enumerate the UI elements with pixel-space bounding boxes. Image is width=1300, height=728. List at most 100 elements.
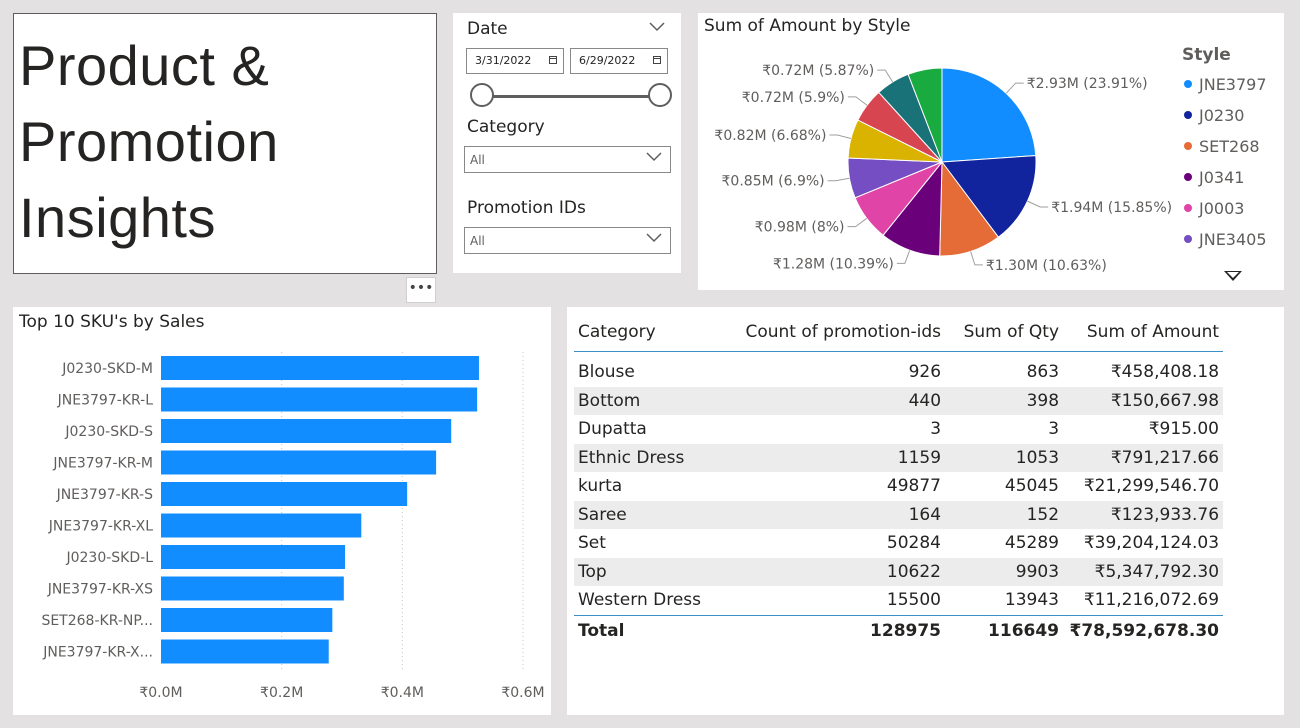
table-cell: ₹915.00: [1148, 419, 1220, 440]
bar[interactable]: [161, 513, 362, 538]
pie-slice[interactable]: [941, 67, 1037, 163]
category-dropdown[interactable]: All: [464, 146, 671, 173]
table-row[interactable]: kurta 49877 45045 ₹21,299,546.70: [574, 472, 1223, 501]
table-cell: Ethnic Dress: [574, 443, 706, 472]
table-cell: Set: [578, 533, 606, 554]
category-dropdown-value: All: [470, 153, 485, 167]
table-cell: 164: [705, 500, 946, 529]
y-category-label: JNE3797-KR-S: [56, 487, 154, 503]
legend-label: JNE3797: [1199, 75, 1267, 94]
table-row[interactable]: Blouse 926 863 ₹458,408.18: [574, 352, 1223, 387]
table-cell: ₹5,347,792.30: [1063, 557, 1224, 586]
date-slider-start-handle[interactable]: [470, 83, 494, 107]
pie-chart[interactable]: ₹2.93M (23.91%) ₹1.94M (15.85%) ₹1.30M (10…: [698, 13, 1178, 290]
legend-color-dot: [1184, 203, 1192, 212]
legend-label: JNE3405: [1199, 230, 1267, 249]
bar[interactable]: [161, 608, 333, 632]
table-cell: ₹21,299,546.70: [1083, 476, 1220, 497]
table-cell: 152: [945, 500, 1064, 529]
bar[interactable]: [161, 639, 329, 664]
y-category-label: JNE3797-KR-XS: [47, 582, 153, 598]
bar[interactable]: [161, 356, 479, 380]
more-options-button[interactable]: •••: [406, 277, 436, 303]
legend-title: Style: [1182, 45, 1231, 65]
date-range-slider[interactable]: [483, 95, 659, 98]
table-total-cell: Total: [574, 614, 706, 646]
legend-label: J0230: [1199, 106, 1245, 125]
bar[interactable]: [161, 482, 408, 506]
table-cell: Top: [574, 557, 706, 586]
bar[interactable]: [161, 419, 452, 443]
table-cell: ₹11,216,072.69: [1083, 590, 1220, 611]
chevron-down-icon[interactable]: [649, 22, 665, 32]
pie-leader-line: [877, 69, 894, 83]
legend-color-dot: [1184, 234, 1192, 243]
legend-color-dot: [1184, 110, 1192, 119]
table-cell: 50284: [886, 533, 942, 554]
pie-leader-line: [1005, 82, 1024, 94]
table-cell: 15500: [886, 590, 942, 611]
y-category-label: J0230-SKD-S: [64, 424, 153, 440]
table-total-cell: 128975: [705, 614, 946, 646]
date-slider-end-handle[interactable]: [648, 83, 672, 107]
table-row[interactable]: Ethnic Dress 1159 1053 ₹791,217.66: [574, 443, 1224, 472]
bar[interactable]: [161, 576, 344, 601]
pie-data-label: ₹0.85M (6.9%): [722, 174, 825, 190]
table-row[interactable]: Bottom 440 398 ₹150,667.98: [574, 386, 1224, 415]
pie-data-label: ₹0.82M (6.68%): [714, 128, 826, 144]
table-cell: Blouse: [578, 362, 635, 383]
legend-item[interactable]: J0341: [1184, 168, 1244, 187]
date-end-input[interactable]: 6/29/2022: [570, 48, 668, 74]
chevron-down-icon: [646, 152, 662, 162]
table-row[interactable]: Western Dress 15500 13943 ₹11,216,072.69: [574, 586, 1223, 615]
table-row[interactable]: Saree 164 152 ₹123,933.76: [574, 500, 1224, 529]
table-visual: Category Count of promotion-ids Sum of Q…: [567, 307, 1284, 715]
table-cell: 10622: [705, 557, 946, 586]
table-row[interactable]: Set 50284 45289 ₹39,204,124.03: [574, 529, 1223, 558]
pie-leader-line: [847, 96, 868, 106]
date-filter-label: Date: [467, 19, 508, 39]
legend-color-dot: [1184, 172, 1192, 181]
pie-data-label: ₹1.94M (15.85%): [1051, 200, 1172, 216]
legend-item[interactable]: J0003: [1184, 199, 1244, 218]
y-category-label: J0230-SKD-L: [65, 550, 153, 566]
column-header[interactable]: Category: [574, 313, 706, 352]
table-cell: Dupatta: [578, 419, 647, 440]
column-header[interactable]: Sum of Amount: [1063, 313, 1224, 352]
date-end-value: 6/29/2022: [579, 54, 636, 67]
legend-item[interactable]: JNE3405: [1184, 230, 1267, 249]
column-header[interactable]: Count of promotion-ids: [705, 313, 946, 352]
legend-item[interactable]: SET268: [1184, 137, 1260, 156]
table-cell: ₹39,204,124.03: [1083, 533, 1220, 554]
legend-item[interactable]: J0230: [1184, 106, 1244, 125]
legend-scroll-down-icon[interactable]: [1224, 271, 1242, 281]
legend-label: J0341: [1199, 168, 1245, 187]
date-start-value: 3/31/2022: [475, 54, 532, 67]
table-cell: 398: [945, 386, 1064, 415]
bar[interactable]: [161, 545, 346, 569]
bar[interactable]: [161, 450, 437, 475]
table-cell: 45289: [1004, 533, 1060, 554]
table-cell: 863: [1026, 362, 1060, 383]
table-total-cell: ₹78,592,678.30: [1063, 614, 1224, 646]
column-header[interactable]: Sum of Qty: [945, 313, 1064, 352]
y-category-label: JNE3797-KR-XL: [48, 519, 153, 535]
table-cell: 45045: [1004, 476, 1060, 497]
promotion-dropdown[interactable]: All: [464, 227, 671, 254]
date-start-input[interactable]: 3/31/2022: [466, 48, 564, 74]
table-cell: Saree: [574, 500, 706, 529]
legend-item[interactable]: JNE3797: [1184, 75, 1267, 94]
chevron-down-icon: [646, 233, 662, 243]
calendar-icon[interactable]: [549, 56, 557, 64]
bar-chart[interactable]: Top 10 SKU's by Sales ₹0.0M ₹0.2M ₹0.4M ₹0.6…: [13, 307, 551, 715]
table-row[interactable]: Top 10622 9903 ₹5,347,792.30: [574, 557, 1224, 586]
pie-leader-line: [847, 217, 868, 228]
table-cell: 3: [1048, 419, 1060, 440]
table-cell: ₹123,933.76: [1063, 500, 1224, 529]
table-row[interactable]: Dupatta 3 3 ₹915.00: [574, 415, 1223, 444]
calendar-icon[interactable]: [653, 56, 661, 64]
bar[interactable]: [161, 387, 478, 412]
pie-leader-line: [827, 177, 850, 182]
legend-color-dot: [1184, 141, 1192, 150]
table-cell: 440: [705, 386, 946, 415]
